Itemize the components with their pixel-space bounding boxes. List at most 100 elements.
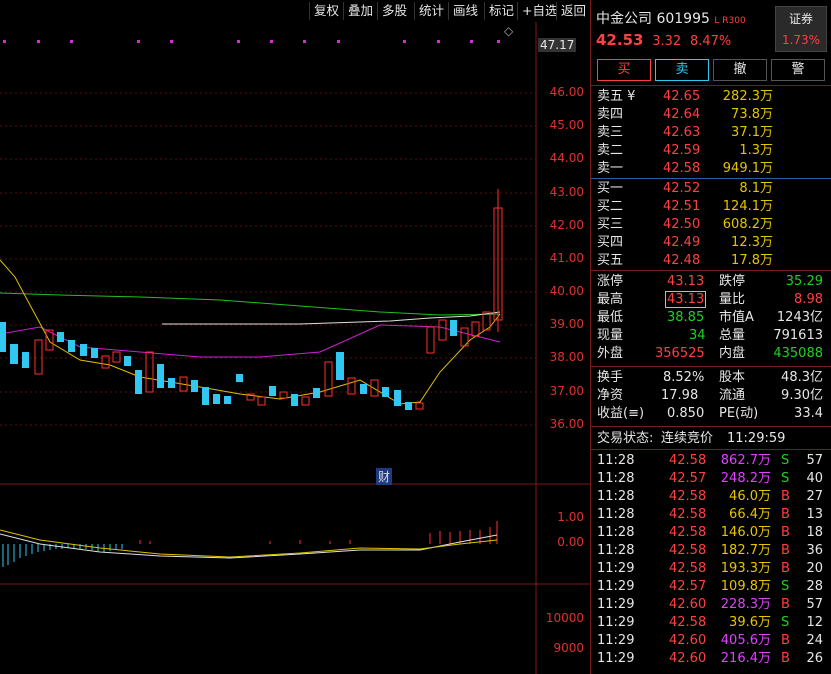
sell-button[interactable]: 卖 [655, 59, 709, 81]
price-grid [0, 92, 536, 426]
tick-price: 42.58 [669, 615, 707, 630]
statistics-button[interactable]: 统计 [414, 2, 448, 20]
sell-level-4[interactable]: 卖四 42.64 73.8万 [595, 106, 827, 124]
alert-button[interactable]: 警 [771, 59, 825, 81]
buy-button[interactable]: 买 [597, 59, 651, 81]
tick-side: B [781, 561, 790, 576]
macd-axis-label: 0.00 [557, 535, 584, 549]
mark-button[interactable]: 标记 [484, 2, 518, 20]
quote-panel: 中金公司 601995 L R300 42.53 3.32 8.47% 证券 1… [590, 0, 831, 674]
volume-axis-label: 9000 [553, 641, 584, 655]
diamond-marker[interactable]: ◇ [504, 24, 513, 38]
level-price: 42.58 [663, 161, 701, 176]
limit-up-value: 43.13 [667, 274, 705, 289]
tick-count: 20 [806, 561, 823, 576]
tick-price: 42.58 [669, 525, 707, 540]
sector-box[interactable]: 证券 1.73% [775, 6, 827, 52]
chart-toolbar: 复权 叠加 多股 统计 画线 标记 +自选 返回 [0, 0, 590, 22]
tick-row: 11:29 42.60 405.6万 B 24 [595, 632, 827, 650]
level-volume: 608.2万 [722, 217, 773, 232]
level-price: 42.52 [663, 181, 701, 196]
tick-volume: 193.3万 [720, 561, 771, 576]
sell-level-1[interactable]: 卖一 42.58 949.1万 [595, 160, 827, 178]
back-button[interactable]: 返回 [556, 2, 590, 20]
tick-row: 11:28 42.57 248.2万 S 40 [595, 470, 827, 488]
price-axis-label: 37.00 [549, 384, 584, 398]
stat-label: 股本 [719, 370, 746, 385]
divider [591, 85, 831, 86]
stats-row: 换手 8.52% 股本 48.3亿 [595, 369, 827, 387]
tick-price: 42.58 [669, 507, 707, 522]
sell-level-2[interactable]: 卖二 42.59 1.3万 [595, 142, 827, 160]
stat-label: 总量 [719, 328, 746, 343]
tick-side: B [781, 507, 790, 522]
inner-volume-value: 435088 [773, 346, 823, 361]
tick-price: 42.58 [669, 543, 707, 558]
current-volume-value: 34 [689, 328, 706, 343]
draw-line-button[interactable]: 画线 [448, 2, 482, 20]
tick-volume: 248.2万 [720, 471, 771, 486]
fuquan-button[interactable]: 复权 [309, 2, 343, 20]
tick-price: 42.60 [669, 597, 707, 612]
level-price: 42.59 [663, 143, 701, 158]
stat-label: 量比 [719, 292, 746, 307]
sell-level-3[interactable]: 卖三 42.63 37.1万 [595, 124, 827, 142]
level-volume: 949.1万 [722, 161, 773, 176]
stats-row: 现量 34 总量 791613 [595, 327, 827, 345]
price-axis-label: 44.00 [549, 151, 584, 165]
tick-volume: 228.3万 [720, 597, 771, 612]
divider [591, 426, 831, 427]
tick-price: 42.57 [669, 471, 707, 486]
stats-row: 最低 38.85 市值A 1243亿 [595, 309, 827, 327]
tick-volume: 862.7万 [720, 453, 771, 468]
add-favorite-button[interactable]: +自选 [517, 2, 561, 20]
stat-label: 换手 [597, 370, 624, 385]
stats-row: 涨停 43.13 跌停 35.29 [595, 273, 827, 291]
level-label: 买二 [597, 199, 624, 214]
multi-stock-button[interactable]: 多股 [377, 2, 411, 20]
volume-axis-label: 10000 [545, 611, 584, 625]
stock-name: 中金公司 [596, 11, 652, 27]
buy-level-3[interactable]: 买三 42.50 608.2万 [595, 216, 827, 234]
finance-marker[interactable]: 财 [376, 468, 393, 485]
level-volume: 73.8万 [731, 107, 773, 122]
overlay-button[interactable]: 叠加 [343, 2, 377, 20]
stat-label: 净资 [597, 388, 624, 403]
level-label: 卖五 ¥ [597, 89, 636, 104]
tick-row: 11:29 42.58 193.3万 B 20 [595, 560, 827, 578]
buy-level-2[interactable]: 买二 42.51 124.1万 [595, 198, 827, 216]
tick-side: B [781, 543, 790, 558]
tick-side: S [781, 471, 790, 486]
tick-side: S [781, 579, 790, 594]
book-divider [591, 178, 831, 179]
buy-level-5[interactable]: 买五 42.48 17.8万 [595, 252, 827, 270]
price-line: 42.53 3.32 8.47% [596, 31, 731, 49]
tick-row: 11:28 42.58 182.7万 B 36 [595, 542, 827, 560]
price-change: 3.32 [652, 34, 682, 49]
tick-row: 11:29 42.60 216.4万 B 26 [595, 650, 827, 668]
share-capital-value: 48.3亿 [781, 370, 823, 385]
tick-side: B [781, 651, 790, 666]
float-shares-value: 9.30亿 [781, 388, 823, 403]
sell-level-5[interactable]: 卖五 ¥ 42.65 282.3万 [595, 88, 827, 106]
last-price-tag: 47.17 [538, 38, 577, 52]
kline-chart[interactable]: ◇ 47.17 财 46.00 45.00 44.00 43.00 42.00 … [0, 22, 590, 674]
macd-bars-positive [139, 521, 498, 544]
low-value: 38.85 [667, 310, 705, 325]
price-axis-label: 36.00 [549, 417, 584, 431]
stock-title: 中金公司 601995 L R300 [596, 8, 746, 28]
buy-level-4[interactable]: 买四 42.49 12.3万 [595, 234, 827, 252]
macd-axis-label: 1.00 [557, 510, 584, 524]
tick-row: 11:28 42.58 66.4万 B 13 [595, 506, 827, 524]
tick-count: 18 [806, 525, 823, 540]
macd-dea-line [0, 529, 498, 558]
level-volume: 12.3万 [731, 235, 773, 250]
stats-row: 净资 17.98 流通 9.30亿 [595, 387, 827, 405]
stat-label: 现量 [597, 328, 624, 343]
buy-level-1[interactable]: 买一 42.52 8.1万 [595, 180, 827, 198]
price-axis-label: 39.00 [549, 317, 584, 331]
tick-side: B [781, 489, 790, 504]
cancel-order-button[interactable]: 撤 [713, 59, 767, 81]
candlesticks [0, 189, 503, 410]
limit-down-value: 35.29 [785, 274, 823, 289]
